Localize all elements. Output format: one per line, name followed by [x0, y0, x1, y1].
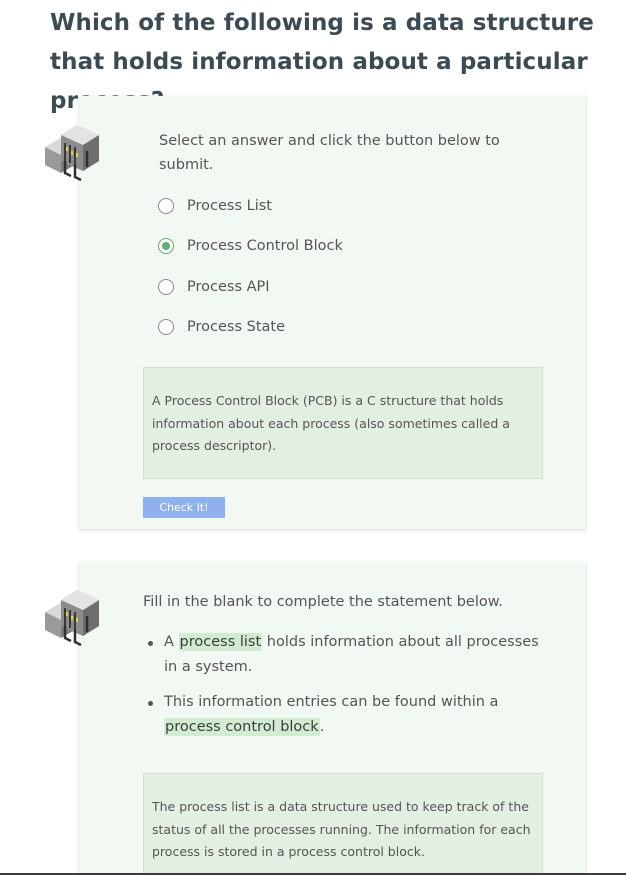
- radio-button-selected[interactable]: [158, 238, 174, 254]
- option-label: Process List: [187, 198, 272, 214]
- statement-item: A process list holds information about a…: [146, 630, 546, 680]
- page: Which of the following is a data structu…: [0, 0, 626, 875]
- fill-blank-instructions: Fill in the blank to complete the statem…: [143, 594, 503, 610]
- blank-answer[interactable]: process control block: [164, 718, 320, 736]
- server-rack-icon: [45, 590, 99, 647]
- option-process-api[interactable]: Process API: [158, 276, 270, 298]
- option-process-list[interactable]: Process List: [158, 195, 272, 217]
- option-process-state[interactable]: Process State: [158, 316, 285, 338]
- option-process-control-block[interactable]: Process Control Block: [158, 235, 343, 257]
- statement-text: A: [164, 634, 179, 650]
- statement-text: .: [319, 719, 325, 735]
- radio-button[interactable]: [158, 279, 174, 295]
- radio-button[interactable]: [158, 319, 174, 335]
- radio-button[interactable]: [158, 198, 174, 214]
- answer-feedback: A Process Control Block (PCB) is a C str…: [143, 367, 543, 479]
- check-it-button[interactable]: Check It!: [143, 497, 225, 518]
- server-rack-icon: [45, 125, 99, 182]
- option-label: Process API: [187, 279, 270, 295]
- question-instructions: Select an answer and click the button be…: [159, 133, 500, 173]
- option-label: Process State: [187, 319, 285, 335]
- statement-item: This information entries can be found wi…: [146, 690, 546, 740]
- statement-list: A process list holds information about a…: [146, 630, 546, 740]
- fill-blank-feedback: The process list is a data structure use…: [143, 773, 543, 875]
- option-label: Process Control Block: [187, 238, 343, 254]
- blank-answer[interactable]: process list: [178, 633, 263, 651]
- statement-text: This information entries can be found wi…: [164, 694, 499, 710]
